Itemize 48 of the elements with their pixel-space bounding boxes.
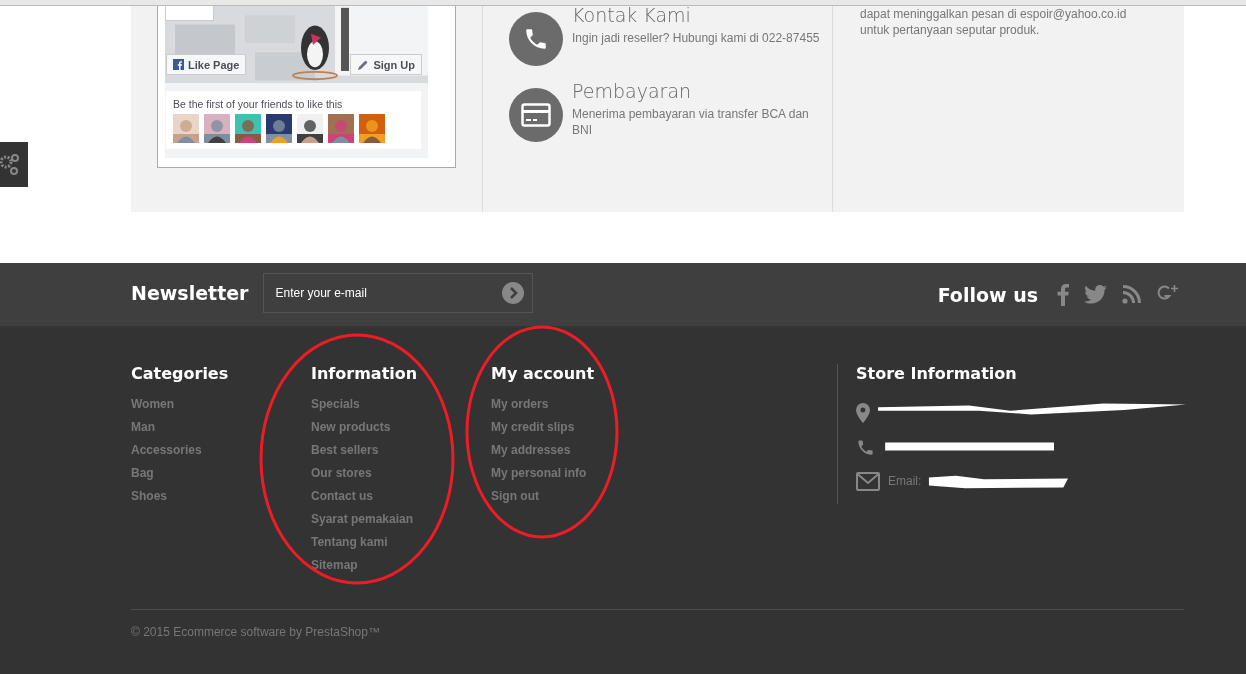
settings-widget[interactable]	[0, 142, 28, 187]
footer-link[interactable]: My addresses	[491, 439, 671, 462]
credit-card-icon	[509, 88, 563, 142]
email-field[interactable]: Enter your e-mail	[263, 272, 534, 313]
footer-link[interactable]: Syarat pemakaian	[311, 508, 491, 531]
sign-up-button[interactable]: Sign Up	[350, 54, 422, 75]
footer-link[interactable]: Man	[131, 416, 311, 439]
footer-link[interactable]: New products	[311, 416, 491, 439]
footer-link[interactable]: Tentang kami	[311, 531, 491, 554]
footer-link[interactable]: My orders	[491, 393, 671, 416]
footer-link[interactable]: Contact us	[311, 485, 491, 508]
phone-icon	[509, 12, 563, 66]
info-title: Kontak Kami	[572, 4, 692, 26]
map-pin-icon	[856, 403, 870, 423]
twitter-icon[interactable]	[1084, 285, 1107, 304]
follow-us-title: Follow us	[937, 283, 1038, 306]
facebook-icon	[173, 59, 184, 70]
footer-link[interactable]: My personal info	[491, 462, 671, 485]
footer-link[interactable]: Accessories	[131, 439, 311, 462]
footer-link[interactable]: Sitemap	[311, 554, 491, 577]
column-heading: My account	[491, 364, 596, 383]
facebook-icon[interactable]	[1057, 283, 1069, 306]
info-title: Pembayaran	[572, 80, 693, 102]
footer-link[interactable]: My credit slips	[491, 416, 671, 439]
copyright-text: © 2015 Ecommerce software by PrestaShop™	[131, 625, 381, 639]
envelope-icon	[856, 471, 880, 491]
footer-link[interactable]: Best sellers	[311, 439, 491, 462]
footer-link[interactable]: Bag	[131, 462, 311, 485]
rss-icon[interactable]	[1122, 285, 1141, 304]
footer-link[interactable]: Our stores	[311, 462, 491, 485]
like-page-button[interactable]: Like Page	[166, 54, 247, 75]
column-heading: Categories	[131, 364, 230, 383]
footer-link[interactable]: Specials	[311, 393, 491, 416]
phone-icon	[856, 437, 875, 457]
contact-note: untuk pertanyaan seputar produk.	[860, 22, 1041, 38]
footer-link[interactable]: Shoes	[131, 485, 311, 508]
footer-link[interactable]: Women	[131, 393, 311, 416]
friends-text: Be the first of your friends to like this	[173, 98, 344, 110]
newsletter-title: Newsletter	[131, 281, 249, 304]
pencil-icon	[357, 58, 370, 71]
gears-icon	[0, 153, 20, 176]
footer-link[interactable]: Sign out	[491, 485, 671, 508]
info-description: Menerima pembayaran via transfer BCA dan BNI	[572, 106, 810, 138]
contact-note: dapat meninggalkan pesan di espoir@yahoo.co.id	[860, 6, 1128, 22]
column-heading: Information	[311, 364, 419, 383]
info-description: Ingin jadi reseller? Hubungi kami di 022-87455	[572, 30, 821, 46]
store-detail: Email:	[888, 474, 922, 488]
column-heading: Store Information	[856, 364, 1018, 383]
